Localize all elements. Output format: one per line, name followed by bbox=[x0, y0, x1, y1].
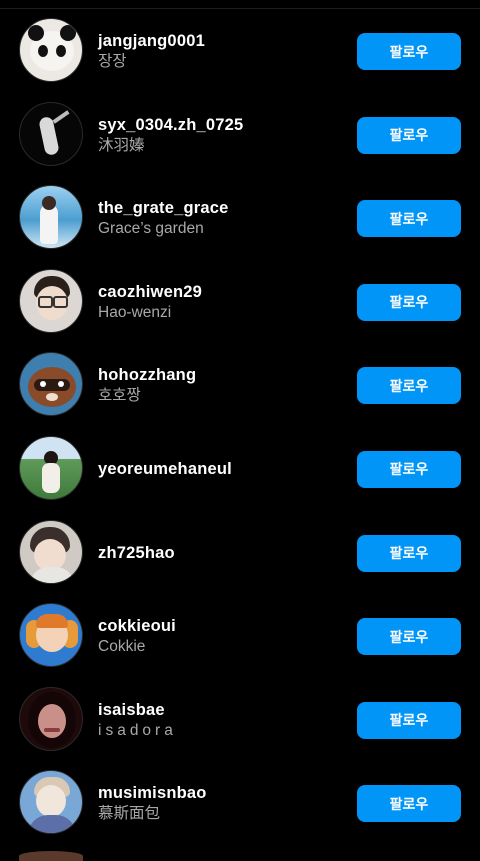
follow-button[interactable]: 팔로우 bbox=[357, 450, 461, 488]
person-blue-icon bbox=[36, 785, 66, 818]
list-item[interactable]: isaisbae isadora 팔로우 bbox=[0, 678, 480, 762]
follow-button[interactable]: 팔로우 bbox=[357, 367, 461, 405]
follow-button[interactable]: 팔로우 bbox=[357, 785, 461, 823]
avatar[interactable] bbox=[19, 519, 83, 584]
follow-button[interactable]: 팔로우 bbox=[357, 116, 461, 154]
list-item[interactable]: caozhiwen29 Hao-wenzi 팔로우 bbox=[0, 260, 480, 344]
username[interactable]: yeoreumehaneul bbox=[98, 459, 232, 479]
follow-button[interactable]: 팔로우 bbox=[357, 283, 461, 321]
username[interactable]: caozhiwen29 bbox=[98, 282, 202, 302]
avatar[interactable] bbox=[19, 185, 83, 250]
person-field-icon bbox=[42, 462, 60, 493]
list-item[interactable]: hohozzhang 호호짱 팔로우 bbox=[0, 343, 480, 427]
full-name: 沐羽嫀 bbox=[98, 136, 145, 154]
follow-button[interactable]: 팔로우 bbox=[357, 701, 461, 739]
list-item[interactable]: zh725hao 팔로우 bbox=[0, 511, 480, 595]
avatar[interactable] bbox=[19, 268, 83, 333]
full-name: 장장 bbox=[98, 53, 127, 70]
full-name: Grace’s garden bbox=[98, 220, 204, 238]
next-avatar-peek bbox=[19, 851, 83, 861]
username[interactable]: syx_0304.zh_0725 bbox=[98, 115, 243, 135]
full-name: Hao-wenzi bbox=[98, 303, 172, 321]
username[interactable]: isaisbae bbox=[98, 700, 177, 720]
avatar[interactable] bbox=[19, 352, 83, 417]
follow-button[interactable]: 팔로우 bbox=[357, 534, 461, 572]
username[interactable]: cokkieoui bbox=[98, 616, 176, 636]
username[interactable]: musimisnbao bbox=[98, 783, 207, 803]
follow-button[interactable]: 팔로우 bbox=[357, 200, 461, 238]
full-name: 호호짱 bbox=[98, 387, 141, 405]
avatar[interactable] bbox=[19, 18, 83, 82]
person-seaside-icon bbox=[40, 204, 58, 245]
username[interactable]: hohozzhang bbox=[98, 365, 196, 385]
list-item[interactable]: musimisnbao 慕斯面包 팔로우 bbox=[0, 761, 480, 845]
avatar[interactable] bbox=[19, 603, 83, 668]
full-name: 慕斯面包 bbox=[98, 805, 161, 823]
follow-button[interactable]: 팔로우 bbox=[357, 33, 461, 70]
follow-suggestions-list: jangjang0001 장장 팔로우 syx_0304.zh_0725 沐羽嫀… bbox=[0, 9, 480, 845]
list-item[interactable]: the_grate_grace Grace’s garden 팔로우 bbox=[0, 176, 480, 260]
person-portrait-icon bbox=[34, 538, 66, 571]
avatar[interactable] bbox=[19, 686, 83, 751]
avatar[interactable] bbox=[19, 435, 83, 500]
person-dark-hair-icon bbox=[38, 703, 66, 738]
list-item[interactable]: yeoreumehaneul 팔로우 bbox=[0, 427, 480, 511]
username[interactable]: the_grate_grace bbox=[98, 198, 228, 218]
full-name: Cokkie bbox=[98, 638, 146, 656]
top-divider bbox=[0, 0, 480, 9]
full-name: isadora bbox=[98, 721, 177, 739]
username[interactable]: zh725hao bbox=[98, 543, 175, 563]
avatar[interactable] bbox=[19, 101, 83, 166]
list-item[interactable]: cokkieoui Cokkie 팔로우 bbox=[0, 594, 480, 678]
follow-button[interactable]: 팔로우 bbox=[357, 618, 461, 656]
username[interactable]: jangjang0001 bbox=[98, 31, 205, 51]
list-item[interactable]: jangjang0001 장장 팔로우 bbox=[0, 9, 480, 93]
avatar[interactable] bbox=[19, 770, 83, 835]
list-item[interactable]: syx_0304.zh_0725 沐羽嫀 팔로우 bbox=[0, 93, 480, 177]
